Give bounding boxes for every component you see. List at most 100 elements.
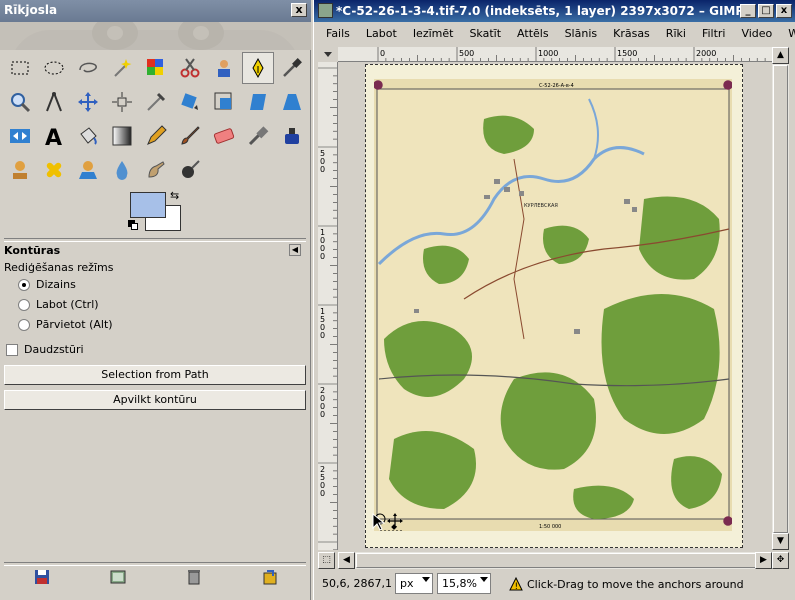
smudge-tool-icon[interactable] (140, 154, 172, 186)
crop-tool-icon[interactable] (140, 86, 172, 118)
zoom-value: 15,8% (442, 577, 477, 590)
bucket-fill-tool-icon[interactable] (72, 120, 104, 152)
toolbox-close-button[interactable]: x (291, 3, 307, 17)
image-canvas-page[interactable]: C-52-26-А-в-4 КУРЛЕВСКАЯ 1:50 000 (365, 64, 743, 548)
paintbrush-tool-icon[interactable] (174, 120, 206, 152)
mode-radio-move[interactable]: Pārvietot (Alt) (18, 318, 113, 331)
menu-tools[interactable]: Rīki (658, 24, 694, 44)
menu-video[interactable]: Video (733, 24, 780, 44)
flip-tool-icon[interactable] (4, 120, 36, 152)
measure-tool-icon[interactable] (38, 86, 70, 118)
save-options-icon[interactable] (33, 568, 51, 586)
horizontal-scroll-thumb[interactable] (356, 553, 756, 568)
ruler-corner-menu-icon[interactable] (318, 47, 338, 62)
stroke-path-button[interactable]: Apvilkt kontūru (4, 390, 306, 410)
panel-menu-arrow-icon[interactable]: ◀ (289, 244, 301, 256)
rectangle-select-tool-icon[interactable] (4, 52, 36, 84)
default-colors-icon[interactable] (128, 220, 138, 230)
menu-file[interactable]: Fails (318, 24, 358, 44)
dodge-burn-tool-icon[interactable] (174, 154, 206, 186)
radio-selected-icon[interactable] (18, 278, 30, 291)
restore-options-icon[interactable] (109, 568, 127, 586)
foreground-select-tool-icon[interactable] (208, 52, 240, 84)
scroll-up-icon[interactable]: ▲ (772, 47, 789, 64)
minimize-button[interactable]: _ (740, 4, 756, 18)
rotate-tool-icon[interactable] (174, 86, 206, 118)
scroll-left-icon[interactable]: ◀ (338, 552, 355, 569)
horizontal-ruler[interactable]: 0 500 1000 1500 2000 (338, 47, 772, 62)
menu-image[interactable]: Attēls (509, 24, 557, 44)
ruler-label: 500 (459, 49, 474, 58)
ruler-label: 1500 (617, 49, 637, 58)
quick-mask-icon[interactable]: ⬚ (318, 552, 335, 569)
toolbox-title-text: Rīkjosla (4, 3, 58, 17)
menu-edit[interactable]: Labot (358, 24, 405, 44)
zoom-dropdown[interactable]: 15,8% (437, 573, 491, 594)
radio-icon[interactable] (18, 318, 30, 331)
move-tool-icon[interactable] (72, 86, 104, 118)
vertical-scrollbar[interactable]: ▲ ▼ (772, 47, 789, 550)
mode-radio-edit[interactable]: Labot (Ctrl) (18, 298, 99, 311)
close-button[interactable]: x (776, 4, 792, 18)
perspective-tool-icon[interactable] (276, 86, 308, 118)
map-sheet-title: C-52-26-А-в-4 (539, 83, 574, 89)
mode-radio-design[interactable]: Dizains (18, 278, 76, 291)
delete-options-icon[interactable] (185, 568, 203, 586)
shear-tool-icon[interactable] (242, 86, 274, 118)
menu-select[interactable]: Iezīmēt (405, 24, 462, 44)
edit-mode-label: Rediģēšanas režīms (4, 261, 114, 274)
scroll-right-icon[interactable]: ▶ (755, 552, 772, 569)
pointer-coordinates: 50,6, 2867,1 (322, 577, 392, 590)
ink-tool-icon[interactable] (276, 120, 308, 152)
heal-tool-icon[interactable] (38, 154, 70, 186)
selection-from-path-button[interactable]: Selection from Path (4, 365, 306, 385)
clone-tool-icon[interactable] (4, 154, 36, 186)
paths-tool-icon[interactable] (242, 52, 274, 84)
align-tool-icon[interactable] (106, 86, 138, 118)
menu-colors[interactable]: Krāsas (605, 24, 658, 44)
scissors-select-tool-icon[interactable] (174, 52, 206, 84)
pencil-tool-icon[interactable] (140, 120, 172, 152)
ellipse-select-tool-icon[interactable] (38, 52, 70, 84)
vertical-scroll-thumb[interactable] (773, 65, 788, 533)
radio-icon[interactable] (18, 298, 30, 311)
horizontal-scrollbar[interactable]: ◀ ▶ (338, 552, 772, 569)
polygonal-checkbox[interactable]: Daudzstūri (6, 343, 84, 356)
status-hint: ! Click-Drag to move the anchors around (509, 577, 744, 591)
ruler-label: 0 (320, 165, 325, 174)
scale-tool-icon[interactable] (208, 86, 240, 118)
reset-options-icon[interactable] (261, 568, 279, 586)
unit-value: px (400, 577, 414, 590)
blur-tool-icon[interactable] (106, 154, 138, 186)
text-tool-icon[interactable]: A (38, 120, 70, 152)
image-window-titlebar: *C-52-26-1-3-4.tif-7.0 (indeksēts, 1 lay… (314, 0, 795, 22)
menu-filters[interactable]: Filtri (694, 24, 734, 44)
eraser-tool-icon[interactable] (208, 120, 240, 152)
zoom-tool-icon[interactable] (4, 86, 36, 118)
move-cursor-icon (372, 512, 403, 531)
fuzzy-select-tool-icon[interactable] (106, 52, 138, 84)
menu-layer[interactable]: Slānis (557, 24, 606, 44)
scroll-down-icon[interactable]: ▼ (772, 533, 789, 550)
checkbox-icon[interactable] (6, 343, 18, 356)
mode-edit-label: Labot (Ctrl) (36, 298, 99, 311)
blend-tool-icon[interactable] (106, 120, 138, 152)
swap-colors-icon[interactable]: ⇆ (170, 189, 179, 202)
navigate-icon[interactable]: ✥ (772, 552, 789, 569)
menu-view[interactable]: Skatīt (461, 24, 509, 44)
color-picker-tool-icon[interactable] (276, 52, 308, 84)
menu-windows[interactable]: Windows (780, 24, 795, 44)
airbrush-tool-icon[interactable] (242, 120, 274, 152)
toolbox-title: Rīkjosla x (0, 0, 311, 22)
ruler-label: 0 (380, 49, 385, 58)
free-select-tool-icon[interactable] (72, 52, 104, 84)
perspective-clone-tool-icon[interactable] (72, 154, 104, 186)
select-by-color-tool-icon[interactable] (140, 52, 172, 84)
toolbox-window: Rīkjosla x A ⇆ Kontūras ◀ Rediģēšanas re… (0, 0, 311, 600)
foreground-color-swatch[interactable] (130, 192, 166, 218)
maximize-button[interactable]: □ (758, 4, 774, 18)
image-window-title: *C-52-26-1-3-4.tif-7.0 (indeksēts, 1 lay… (336, 4, 745, 18)
vertical-ruler[interactable]: 5001000150020002500 (318, 62, 338, 550)
gimp-app-icon (318, 3, 333, 18)
unit-dropdown[interactable]: px (395, 573, 433, 594)
